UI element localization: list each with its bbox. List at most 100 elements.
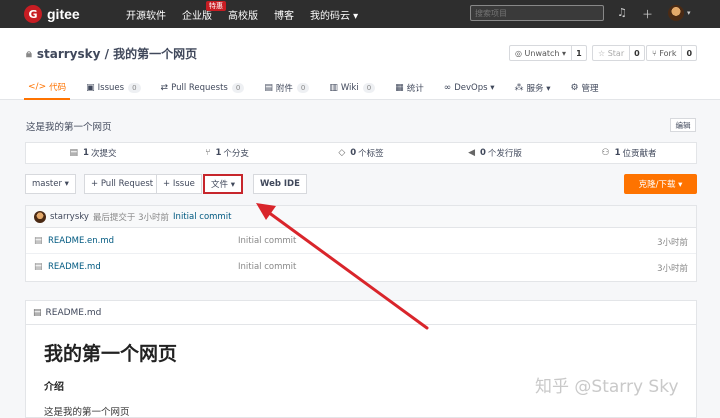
tab-stats[interactable]: ▦ 统计 — [391, 76, 428, 100]
file-icon: ▤ — [34, 262, 43, 272]
watch-button[interactable]: ◎ Unwatch ▾ 1 — [509, 45, 587, 61]
tab-pr-count: 0 — [231, 83, 245, 93]
nav-enterprise[interactable]: 企业版 特惠 — [182, 0, 226, 22]
clone-download-button[interactable]: 克隆/下载 ▾ — [624, 174, 697, 194]
repo-title: 🔒︎ starrysky / 我的第一个网页 — [26, 45, 197, 62]
stat-branches-label: 个分支 — [223, 149, 249, 159]
tab-issues[interactable]: ▣ Issues 0 — [82, 76, 144, 100]
list-item[interactable]: ▤ README.en.md Initial commit 3小时前 — [26, 228, 696, 254]
repo-name[interactable]: starrysky / 我的第一个网页 — [37, 45, 197, 62]
nav-education[interactable]: 高校版 — [228, 7, 258, 22]
code-icon: </> — [28, 82, 47, 92]
tab-wiki-count: 0 — [362, 83, 376, 93]
wiki-icon: ▥ — [329, 83, 338, 93]
tab-devops-label: DevOps ▾ — [454, 83, 495, 93]
gear-icon: ⚙ — [570, 83, 579, 93]
gitee-logo[interactable]: G gitee — [24, 5, 80, 23]
list-item[interactable]: ▤ README.md Initial commit 3小时前 — [26, 254, 696, 280]
repo-stats-bar: ▤ 1 次提交 ⑂ 1 个分支 ◇ 0 个标签 ◀ 0 个发行版 ⚇ 1 位贡献… — [25, 142, 697, 164]
logo-text: gitee — [47, 6, 80, 22]
readme-header: ▤ README.md — [26, 301, 696, 325]
stat-releases-label: 个发行版 — [487, 149, 522, 159]
tab-attachments-count: 0 — [296, 83, 310, 93]
stat-commits-count: 1 — [83, 148, 89, 158]
watch-count: 1 — [576, 48, 582, 58]
new-issue-button[interactable]: + Issue — [156, 174, 202, 194]
tab-wiki-label: Wiki — [340, 83, 359, 93]
fork-count: 0 — [686, 48, 693, 58]
star-label: ☆ Star — [593, 46, 631, 60]
services-icon: ⁂ — [514, 83, 524, 93]
nav-enterprise-label: 企业版 — [182, 10, 212, 22]
fork-label: ⑂ Fork — [647, 46, 683, 60]
tab-attachments-label: 附件 — [275, 84, 293, 94]
star-button[interactable]: ☆ Star 0 — [592, 45, 645, 61]
file-commit-message[interactable]: Initial commit — [238, 236, 296, 246]
readme-heading: 我的第一个网页 — [44, 343, 178, 365]
attachment-icon: ▤ — [264, 83, 273, 93]
search-input[interactable] — [470, 5, 604, 21]
stat-branches-count: 1 — [215, 148, 222, 158]
stat-releases[interactable]: ◀ 0 个发行版 — [428, 143, 562, 163]
logo-icon: G — [24, 5, 42, 23]
bell-icon[interactable]: ♫ — [617, 6, 627, 19]
stat-tags-count: 0 — [350, 148, 357, 158]
commit-message[interactable]: Initial commit — [173, 212, 231, 222]
web-ide-button[interactable]: Web IDE — [253, 174, 307, 194]
user-avatar[interactable] — [668, 5, 684, 21]
tab-pull-requests[interactable]: ⇄ Pull Requests 0 — [157, 76, 249, 100]
file-menu-button[interactable]: 文件 ▾ — [203, 174, 243, 194]
tab-wiki[interactable]: ▥ Wiki 0 — [325, 76, 379, 100]
readme-panel: ▤ README.md 我的第一个网页 介绍 这是我的第一个网页 — [25, 300, 697, 418]
latest-commit-row: starrysky 最后提交于 3小时前 Initial commit — [26, 206, 696, 228]
release-icon: ◀ — [468, 148, 475, 158]
stat-contributors-label: 位贡献者 — [622, 149, 657, 159]
file-time: 3小时前 — [657, 238, 688, 248]
stat-contributors-count: 1 — [614, 148, 621, 158]
repo-description: 这是我的第一个网页 — [26, 122, 112, 133]
stat-tags-label: 个标签 — [358, 149, 384, 159]
tab-attachments[interactable]: ▤ 附件 0 — [260, 76, 313, 100]
nav-my-gitee[interactable]: 我的码云 ▾ — [310, 7, 358, 22]
file-icon: ▤ — [33, 307, 42, 318]
tab-settings-label: 管理 — [581, 84, 599, 94]
stat-commits[interactable]: ▤ 1 次提交 — [26, 143, 160, 163]
tab-pr-label: Pull Requests — [171, 83, 228, 93]
issues-icon: ▣ — [86, 83, 95, 93]
tab-code-label: 代码 — [49, 83, 67, 93]
chevron-down-icon[interactable]: ▾ — [687, 9, 691, 17]
stat-contributors[interactable]: ⚇ 1 位贡献者 — [562, 143, 696, 163]
branch-select[interactable]: master ▾ — [25, 174, 76, 194]
tab-services[interactable]: ⁂ 服务 ▾ — [511, 76, 555, 100]
file-name[interactable]: README.en.md — [48, 236, 114, 246]
edit-description-button[interactable]: 编辑 — [670, 118, 696, 132]
stat-releases-count: 0 — [479, 148, 486, 158]
tab-settings[interactable]: ⚙ 管理 — [566, 76, 602, 100]
lock-icon: 🔒︎ — [26, 46, 32, 60]
nav-blog[interactable]: 博客 — [274, 7, 294, 22]
tab-stats-label: 统计 — [406, 84, 424, 94]
commit-time: 最后提交于 3小时前 — [92, 212, 170, 223]
nav-open-source[interactable]: 开源软件 — [126, 7, 166, 22]
watermark: 知乎 @Starry Sky — [535, 377, 679, 397]
pull-request-icon: ⇄ — [160, 83, 169, 93]
fork-button[interactable]: ⑂ Fork 0 — [646, 45, 698, 61]
readme-paragraph: 这是我的第一个网页 — [44, 407, 130, 418]
file-name[interactable]: README.md — [48, 262, 101, 272]
tab-devops[interactable]: ∞ DevOps ▾ — [440, 76, 499, 100]
readme-filename: README.md — [45, 307, 102, 318]
commit-icon: ▤ — [69, 148, 79, 158]
commit-author[interactable]: starrysky — [50, 212, 89, 222]
stat-branches[interactable]: ⑂ 1 个分支 — [160, 143, 294, 163]
stat-tags[interactable]: ◇ 0 个标签 — [294, 143, 428, 163]
file-commit-message[interactable]: Initial commit — [238, 262, 296, 272]
plus-icon[interactable]: ＋ — [642, 6, 653, 22]
tab-issues-count: 0 — [128, 83, 141, 93]
author-avatar[interactable] — [34, 210, 46, 223]
new-pull-request-button[interactable]: + Pull Request — [84, 174, 161, 194]
file-list: starrysky 最后提交于 3小时前 Initial commit ▤ RE… — [25, 205, 697, 282]
tab-code[interactable]: </> 代码 — [24, 76, 71, 100]
devops-icon: ∞ — [443, 83, 452, 93]
tab-issues-label: Issues — [97, 83, 125, 93]
readme-subheading: 介绍 — [44, 382, 64, 393]
